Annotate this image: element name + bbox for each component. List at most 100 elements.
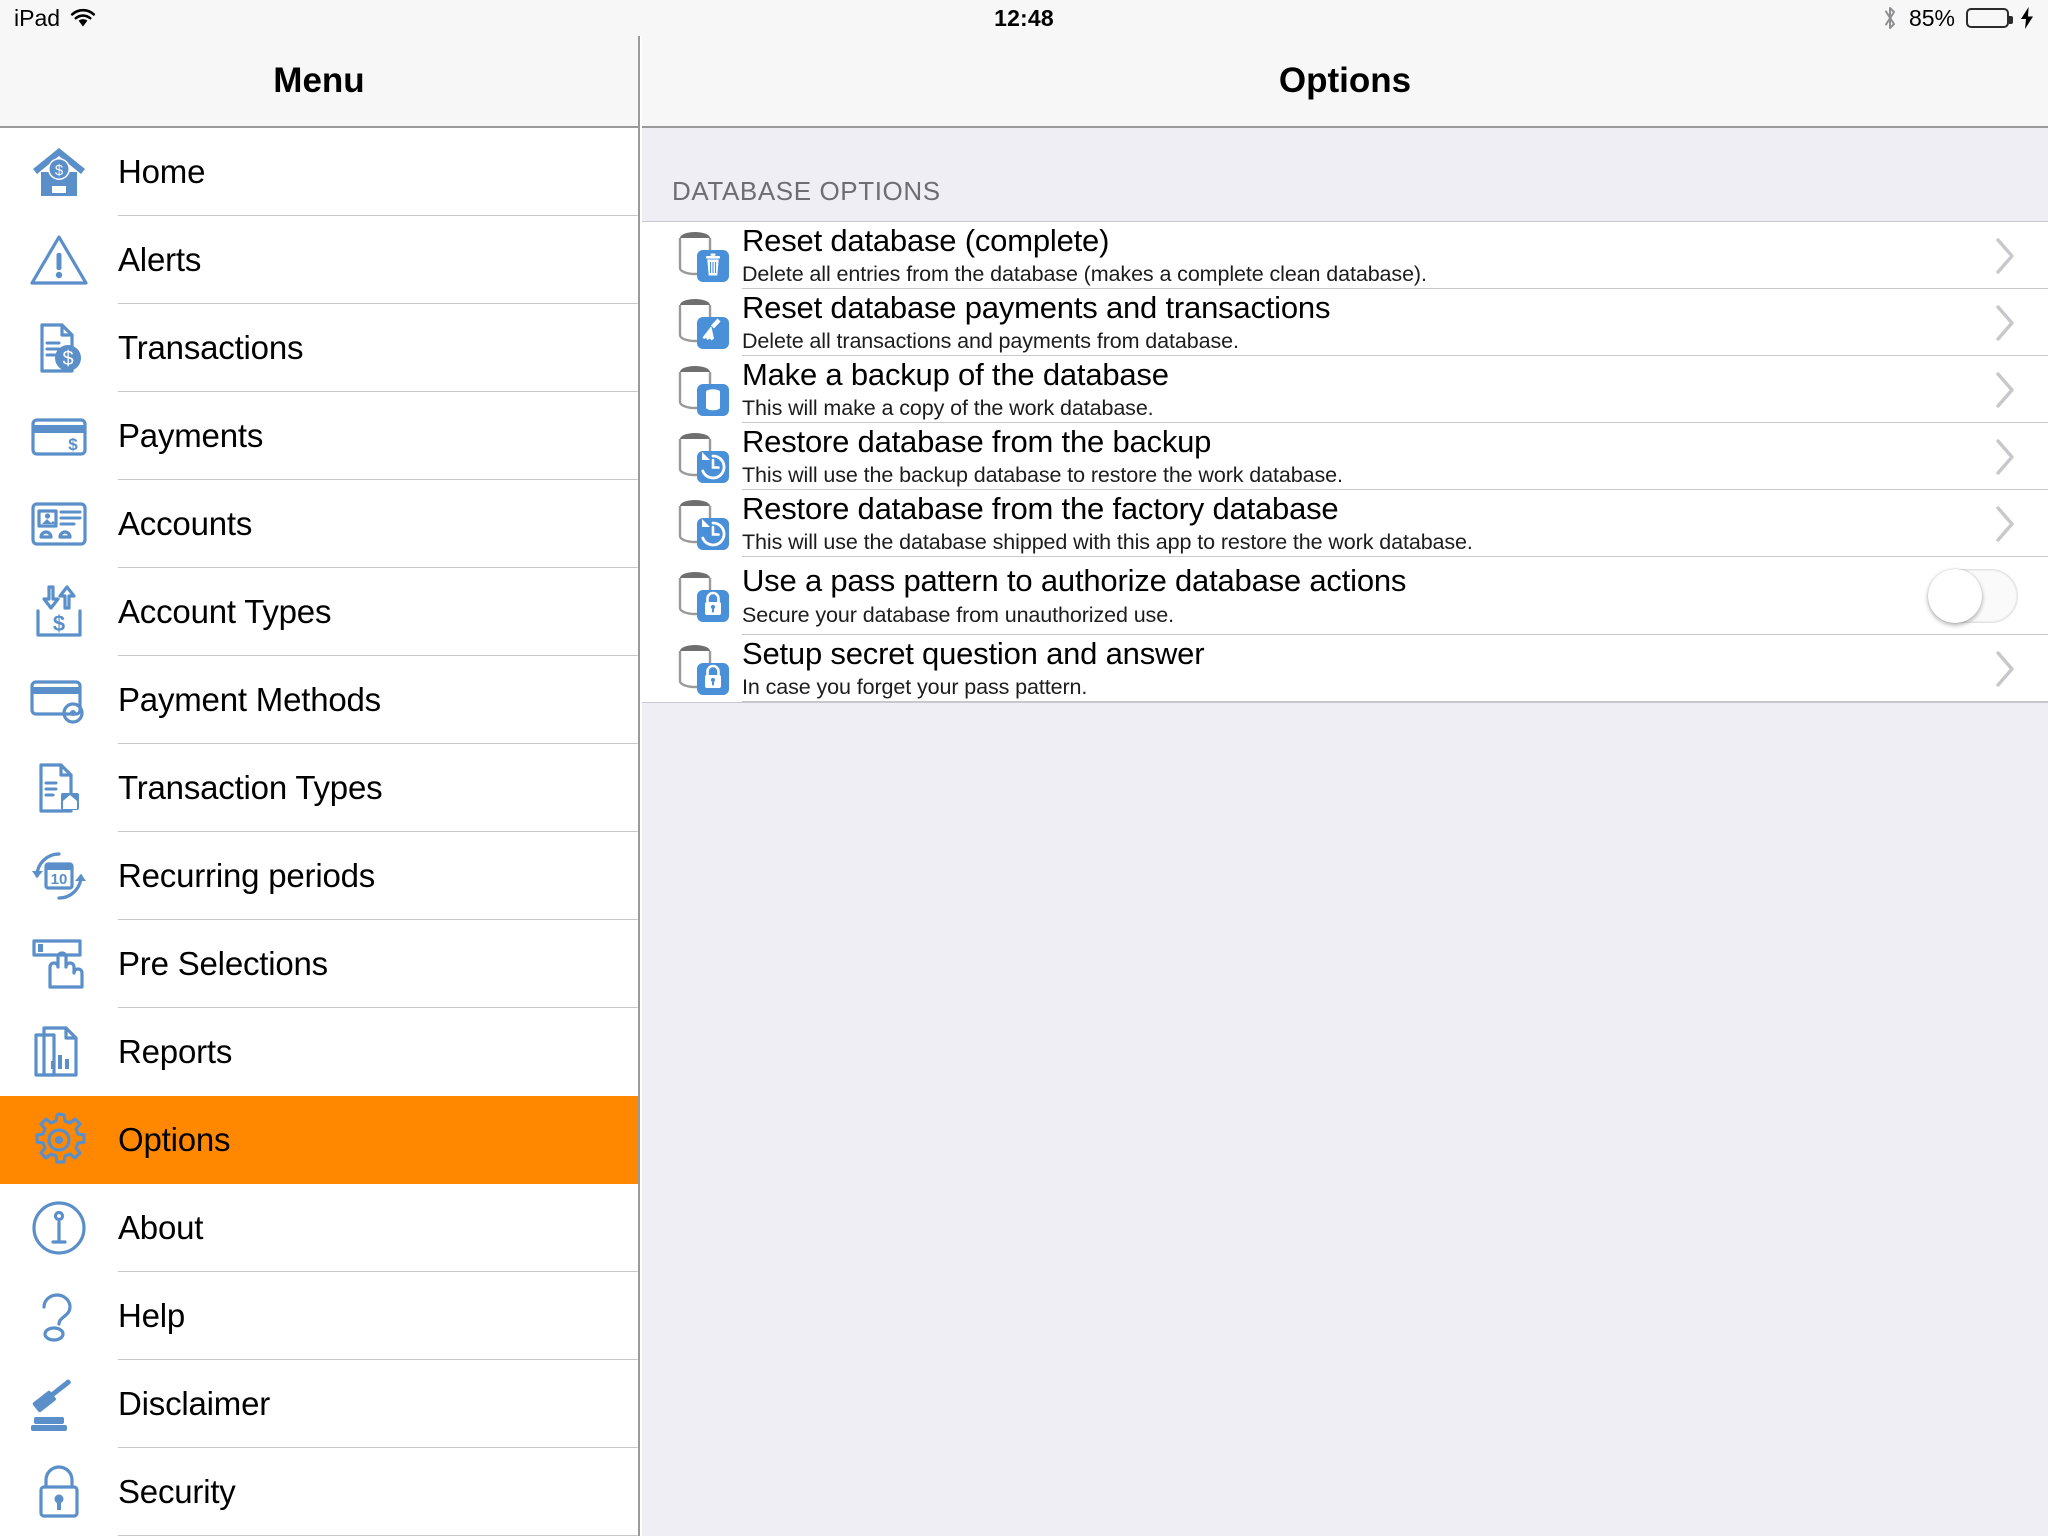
- toggle-knob: [1928, 569, 1982, 623]
- chevron-right-icon[interactable]: [1962, 649, 2048, 689]
- sidebar-item-recurring-periods[interactable]: 10 Recurring periods: [0, 832, 638, 920]
- options-row-text: Use a pass pattern to authorize database…: [742, 557, 1898, 635]
- options-row[interactable]: Restore database from the factory databa…: [642, 490, 2048, 557]
- chevron-right-icon[interactable]: [1962, 437, 2048, 477]
- sidebar-item-label: Transactions: [118, 329, 304, 366]
- sidebar-item-disclaimer[interactable]: Disclaimer: [0, 1360, 638, 1448]
- options-row-text: Restore database from the backup This wil…: [742, 423, 1962, 490]
- chevron-right-icon[interactable]: [1962, 504, 2048, 544]
- arrows-dollar-icon: $: [0, 581, 118, 643]
- options-list: Reset database (complete) Delete all entr…: [642, 221, 2048, 703]
- options-row-title: Restore database from the backup: [742, 423, 1212, 459]
- sidebar-item-label: Payment Methods: [118, 681, 381, 718]
- sidebar-item-payments[interactable]: $ Payments: [0, 392, 638, 480]
- options-row-title: Restore database from the factory databa…: [742, 490, 1339, 526]
- chevron-right-icon[interactable]: [1962, 236, 2048, 276]
- document-chart-icon: [0, 1021, 118, 1083]
- sidebar-item-label: Disclaimer: [118, 1385, 271, 1422]
- sidebar-header: Menu: [0, 36, 638, 128]
- sidebar-title: Menu: [273, 61, 365, 100]
- sidebar-item-label: Payments: [118, 417, 264, 454]
- toggle-wrap: [1898, 569, 2048, 623]
- sidebar-item-label-wrap: Security: [118, 1448, 638, 1536]
- sidebar-item-label-wrap: Account Types: [118, 568, 638, 656]
- chevron-right-icon[interactable]: [1962, 370, 2048, 410]
- sidebar-item-about[interactable]: About: [0, 1184, 638, 1272]
- options-row-title: Make a backup of the database: [742, 356, 1169, 392]
- database-trash-icon: [664, 226, 742, 286]
- options-row-text: Make a backup of the database This will m…: [742, 356, 1962, 423]
- sidebar-item-label-wrap: Recurring periods: [118, 832, 638, 920]
- sidebar-item-label-wrap: Accounts: [118, 480, 638, 568]
- sidebar-item-account-types[interactable]: $ Account Types: [0, 568, 638, 656]
- chevron-right-icon[interactable]: [1962, 303, 2048, 343]
- sidebar-item-label: Alerts: [118, 241, 202, 278]
- calendar-refresh-icon: 10: [0, 845, 118, 907]
- sidebar-item-label: Reports: [118, 1033, 233, 1070]
- sidebar-item-label: Recurring periods: [118, 857, 376, 894]
- sidebar-item-options[interactable]: Options: [0, 1096, 638, 1184]
- options-row[interactable]: Make a backup of the database This will m…: [642, 356, 2048, 423]
- bluetooth-icon: [1882, 5, 1898, 31]
- database-lock-icon: [664, 639, 742, 699]
- main-panel: Options DATABASE OPTIONS Reset database …: [642, 36, 2048, 1536]
- options-row-subtitle: This will use the backup database to res…: [742, 463, 1343, 488]
- database-copy-icon: [664, 360, 742, 420]
- svg-text:$: $: [53, 611, 65, 636]
- sidebar-item-transactions[interactable]: $ Transactions: [0, 304, 638, 392]
- sidebar-item-label-wrap: Pre Selections: [118, 920, 638, 1008]
- document-house-icon: [0, 757, 118, 819]
- sidebar-item-label-wrap: Disclaimer: [118, 1360, 638, 1448]
- database-lock-icon: [664, 566, 742, 626]
- options-row-title: Reset database (complete): [742, 222, 1110, 258]
- sidebar-item-label-wrap: Payments: [118, 392, 638, 480]
- document-dollar-icon: $: [0, 317, 118, 379]
- separator: [742, 701, 2048, 702]
- lightning-bolt-icon: [2020, 7, 2034, 29]
- sidebar-item-label: Transaction Types: [118, 769, 383, 806]
- options-row[interactable]: Use a pass pattern to authorize database…: [642, 557, 2048, 635]
- options-row-text: Restore database from the factory databa…: [742, 490, 1962, 557]
- sidebar-item-label-wrap: Reports: [118, 1008, 638, 1096]
- clock-label: 12:48: [994, 4, 1054, 31]
- house-dollar-icon: $: [0, 141, 118, 203]
- sidebar-item-help[interactable]: Help: [0, 1272, 638, 1360]
- options-row-subtitle: Delete all transactions and payments fro…: [742, 329, 1239, 354]
- section-header-database-options: DATABASE OPTIONS: [642, 128, 2048, 221]
- sidebar-item-home[interactable]: $ Home: [0, 128, 638, 216]
- sidebar-item-label-wrap: Options: [118, 1096, 638, 1184]
- sidebar-menu-list: $ Home Alerts $ Transactions $ Payments Account…: [0, 128, 638, 1536]
- options-row[interactable]: Restore database from the backup This wil…: [642, 423, 2048, 490]
- sidebar-item-transaction-types[interactable]: Transaction Types: [0, 744, 638, 832]
- database-restore-icon: [664, 427, 742, 487]
- ipad-screen: iPad 12:48 85% Menu $ Home Alerts $ Tran…: [0, 0, 2048, 1536]
- info-circle-icon: [0, 1197, 118, 1259]
- sidebar-item-security[interactable]: Security: [0, 1448, 638, 1536]
- sidebar-item-label-wrap: Payment Methods: [118, 656, 638, 744]
- sidebar-item-label: Security: [118, 1473, 236, 1510]
- sidebar-item-label: Home: [118, 153, 206, 190]
- battery-percent-label: 85%: [1908, 4, 1955, 31]
- sidebar-item-accounts[interactable]: Accounts: [0, 480, 638, 568]
- sidebar-item-label: About: [118, 1209, 204, 1246]
- status-bar-right: 85%: [1882, 5, 2034, 32]
- sidebar-item-reports[interactable]: Reports: [0, 1008, 638, 1096]
- options-row-title: Use a pass pattern to authorize database…: [742, 563, 1407, 599]
- sidebar-item-label-wrap: Alerts: [118, 216, 638, 304]
- options-row-subtitle: This will make a copy of the work databa…: [742, 396, 1154, 421]
- svg-text:10: 10: [51, 871, 68, 888]
- hand-tap-icon: [0, 933, 118, 995]
- options-row-subtitle: This will use the database shipped with …: [742, 530, 1473, 555]
- options-row[interactable]: Setup secret question and answer In case …: [642, 635, 2048, 702]
- options-row[interactable]: Reset database payments and transactions…: [642, 289, 2048, 356]
- options-row-subtitle: Delete all entries from the database (ma…: [742, 262, 1427, 287]
- options-row-text: Reset database (complete) Delete all entr…: [742, 222, 1962, 289]
- sidebar-item-alerts[interactable]: Alerts: [0, 216, 638, 304]
- sidebar-item-label: Help: [118, 1297, 186, 1334]
- options-row[interactable]: Reset database (complete) Delete all entr…: [642, 222, 2048, 289]
- sidebar-item-pre-selections[interactable]: Pre Selections: [0, 920, 638, 1008]
- sidebar-item-payment-methods[interactable]: Payment Methods: [0, 656, 638, 744]
- pass-pattern-toggle[interactable]: [1928, 569, 2018, 623]
- database-broom-icon: [664, 293, 742, 353]
- options-row-text: Setup secret question and answer In case …: [742, 635, 1962, 702]
